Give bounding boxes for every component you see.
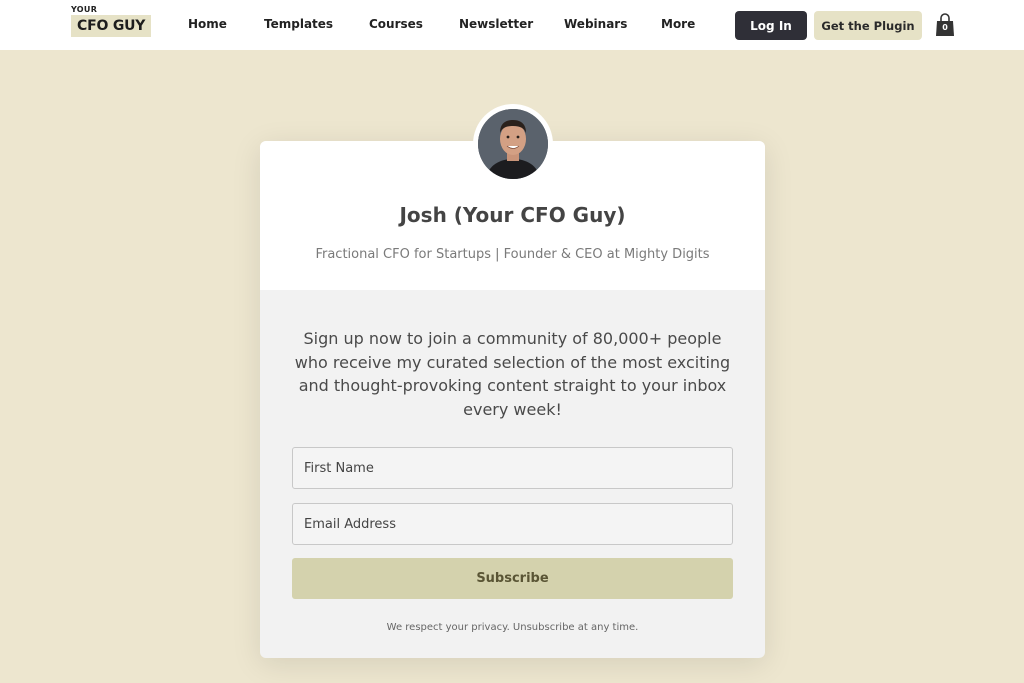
top-navigation-bar: YOUR CFO GUY Home Templates Courses News… xyxy=(0,0,1024,50)
avatar xyxy=(478,109,548,179)
signup-description: Sign up now to join a community of 80,00… xyxy=(294,329,731,419)
nav-courses[interactable]: Courses xyxy=(369,17,423,31)
login-button[interactable]: Log In xyxy=(735,11,807,40)
privacy-note: We respect your privacy. Unsubscribe at … xyxy=(386,622,639,633)
email-field[interactable] xyxy=(292,503,733,545)
first-name-field[interactable] xyxy=(292,447,733,489)
subscribe-button[interactable]: Subscribe xyxy=(292,558,733,599)
cart-button[interactable]: 0 xyxy=(935,13,955,37)
nav-templates[interactable]: Templates xyxy=(264,17,333,31)
site-logo[interactable]: YOUR CFO GUY xyxy=(71,5,152,37)
nav-home[interactable]: Home xyxy=(188,17,227,31)
newsletter-signup-card: Josh (Your CFO Guy) Fractional CFO for S… xyxy=(260,104,765,658)
profile-tagline: Fractional CFO for Startups | Founder & … xyxy=(315,247,710,262)
cart-count-badge: 0 xyxy=(942,23,948,32)
logo-small-text: YOUR xyxy=(71,5,98,14)
nav-webinars[interactable]: Webinars xyxy=(564,17,627,31)
profile-name: Josh (Your CFO Guy) xyxy=(399,203,626,227)
avatar-frame xyxy=(473,104,553,184)
get-plugin-button[interactable]: Get the Plugin xyxy=(814,11,922,40)
nav-newsletter[interactable]: Newsletter xyxy=(459,17,533,31)
profile-photo xyxy=(478,109,548,179)
logo-main-text: CFO GUY xyxy=(71,15,152,37)
nav-more[interactable]: More xyxy=(661,17,695,31)
